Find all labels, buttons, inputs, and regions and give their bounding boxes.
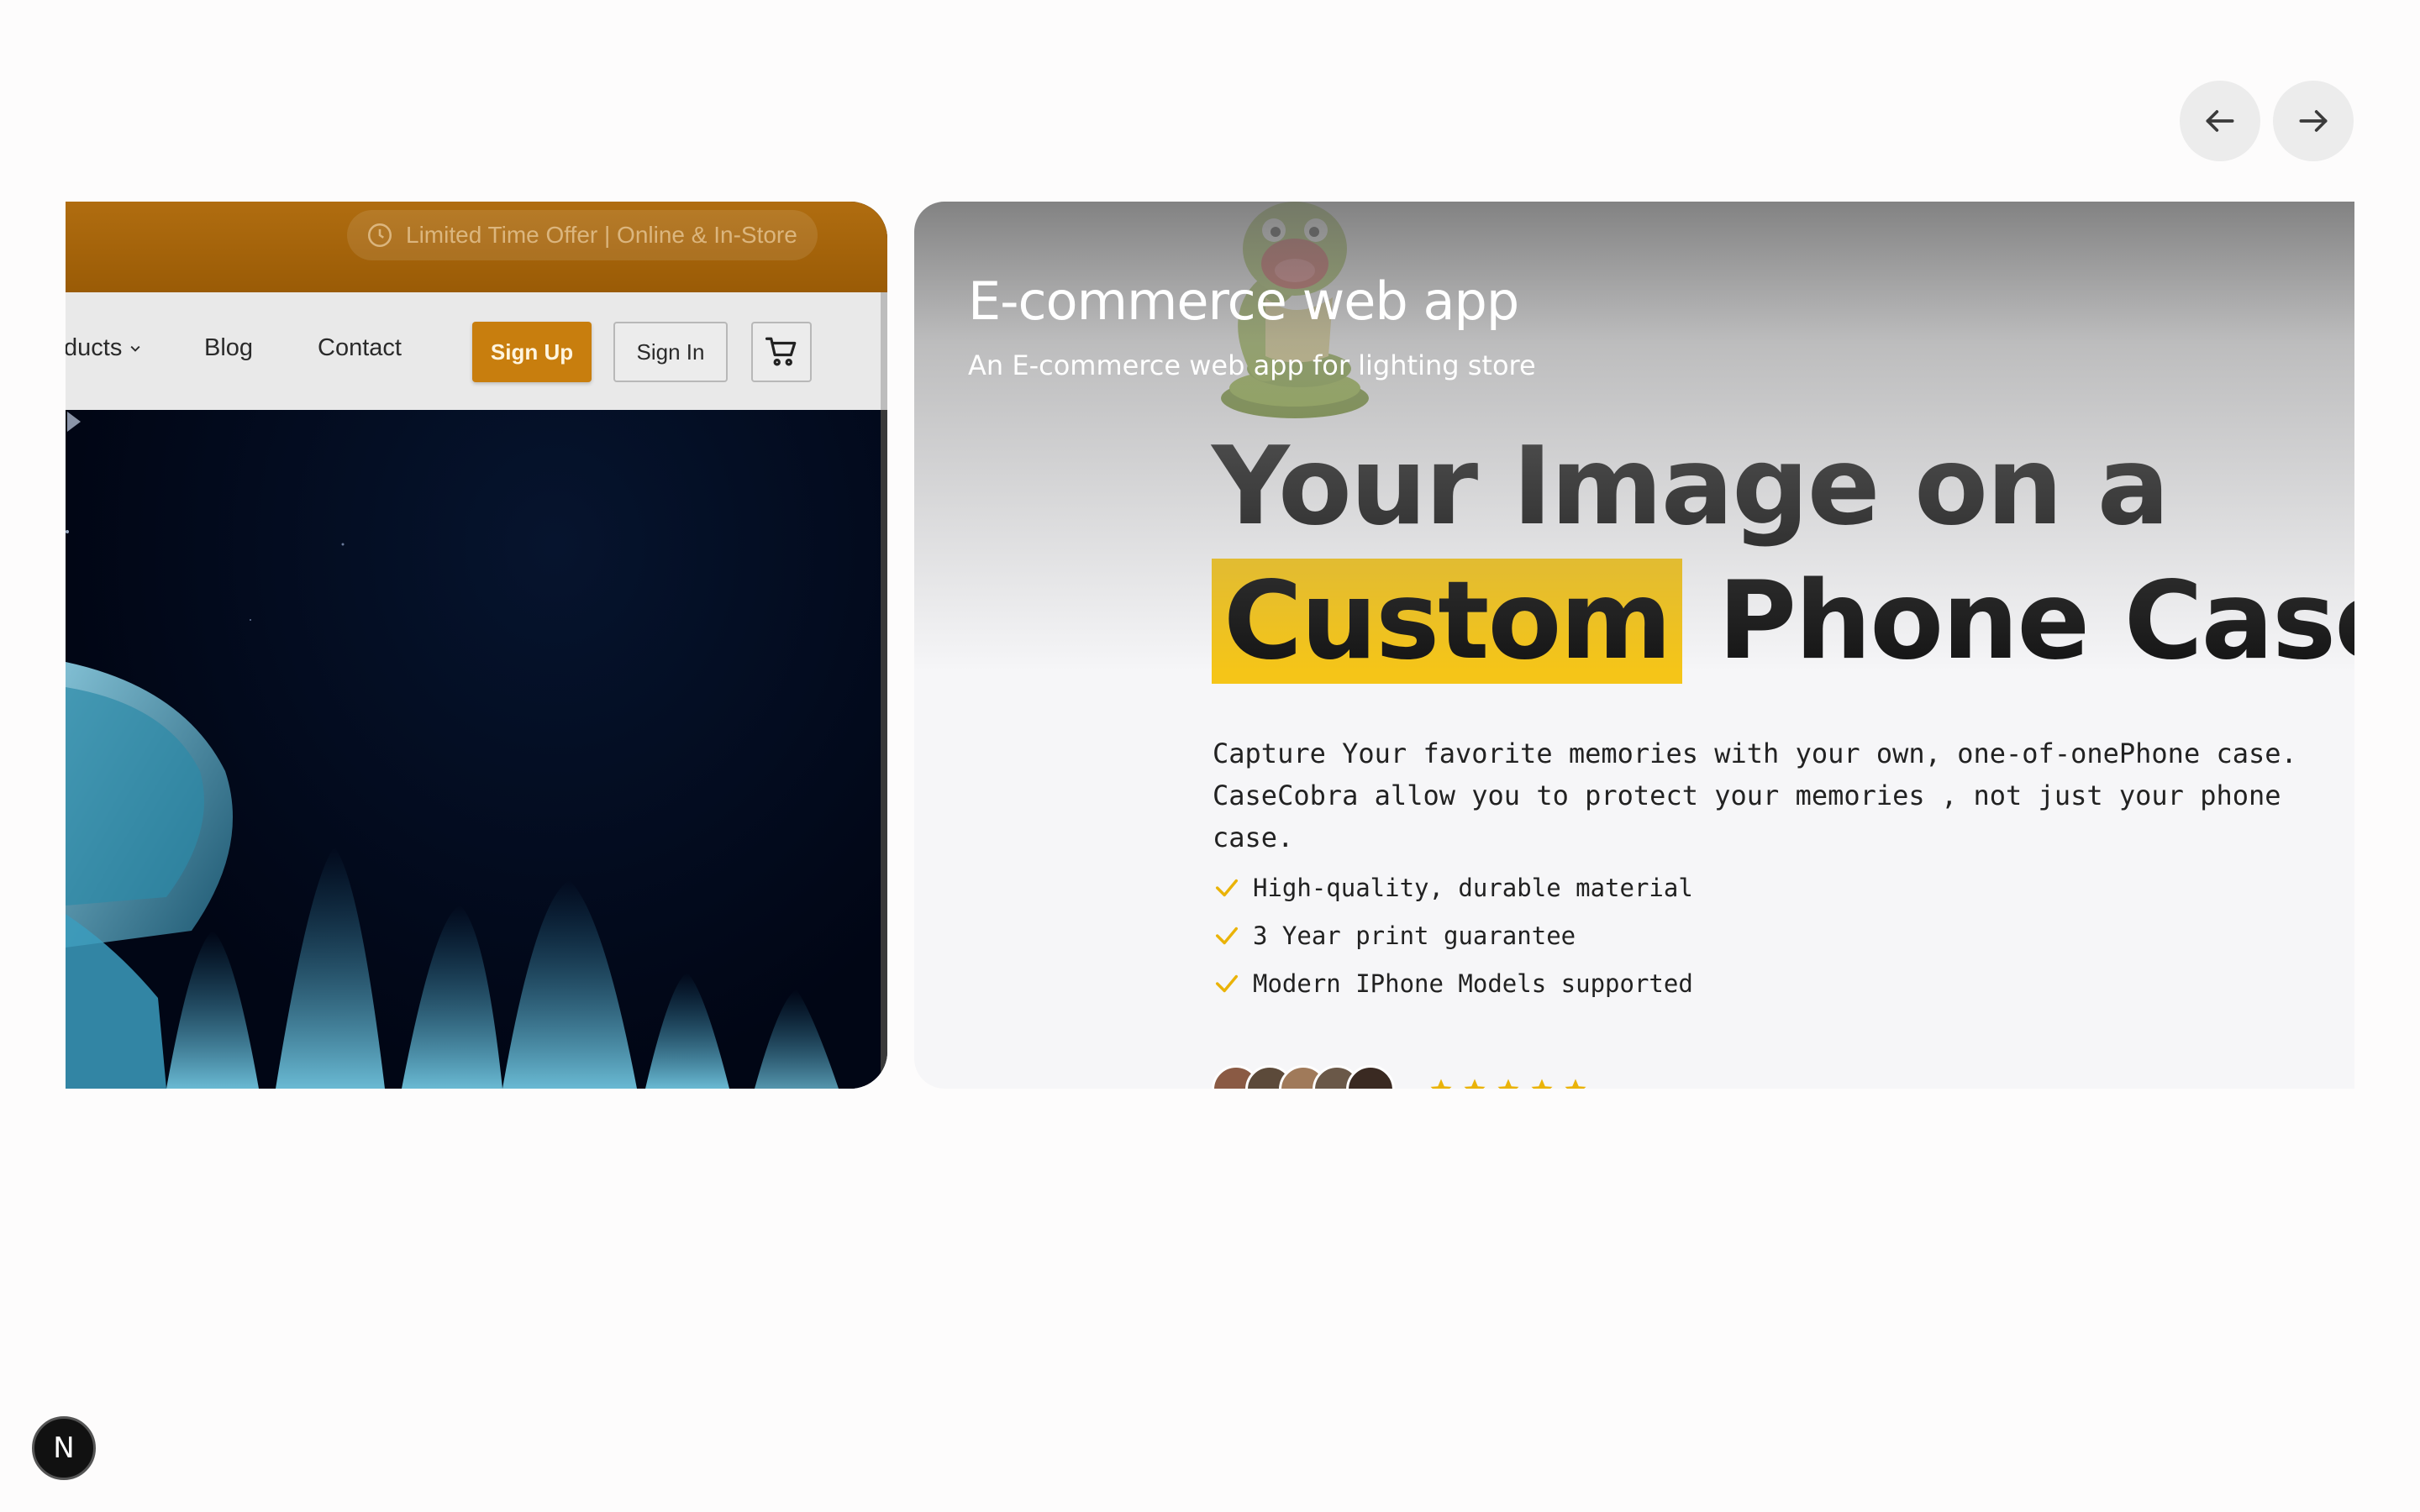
hero-next-arrow-icon[interactable] — [66, 410, 82, 433]
description-line-1: Capture Your favorite memories with your… — [1213, 738, 2297, 769]
nav-products-label: ducts — [66, 334, 123, 361]
check-icon — [1215, 974, 1239, 992]
feature-text: High-quality, durable material — [1253, 873, 1693, 902]
site-navbar: ducts Blog Contact Sign Up Sign In — [66, 292, 887, 410]
promo-text: Limited Time Offer | Online & In-Store — [406, 222, 797, 248]
project-card-lighting-store[interactable]: Limited Time Offer | Online & In-Store d… — [66, 202, 887, 1089]
list-item: High-quality, durable material — [1213, 864, 1693, 911]
cart-button[interactable] — [751, 322, 812, 382]
headline-line-1: Your Image on a — [1212, 424, 2170, 549]
list-item: Modern IPhone Models supported — [1213, 959, 1693, 1007]
project-title: E-commerce web app — [968, 270, 1519, 332]
star-icon — [1565, 1079, 1586, 1089]
star-rating — [1428, 1077, 1588, 1089]
feature-list: High-quality, durable material 3 Year pr… — [1213, 864, 1693, 1007]
star-icon — [1464, 1079, 1486, 1089]
project-card-ecommerce[interactable]: E-commerce web app An E-commerce web app… — [914, 202, 2354, 1089]
check-icon — [1215, 879, 1239, 896]
carousel-prev-button[interactable] — [2180, 81, 2260, 161]
nextjs-dev-badge[interactable]: N — [32, 1416, 96, 1480]
nav-products[interactable]: ducts — [66, 334, 142, 362]
description-line-2: CaseCobra allow you to protect your memo… — [1213, 780, 2281, 853]
carousel-next-button[interactable] — [2273, 81, 2354, 161]
fountain-hero-image — [66, 410, 887, 1089]
nav-blog[interactable]: Blog — [204, 334, 253, 362]
avatar — [1346, 1065, 1395, 1089]
star-icon — [1531, 1079, 1553, 1089]
cart-icon — [765, 337, 797, 366]
fountain-illustration — [66, 530, 839, 1089]
sign-up-button[interactable]: Sign Up — [472, 322, 592, 382]
star-icon — [1430, 1079, 1452, 1089]
promo-bar: Limited Time Offer | Online & In-Store — [66, 202, 887, 292]
project-subtitle: An E-commerce web app for lighting store — [968, 349, 1536, 381]
hero-headline: Your Image on a Custom Phone Case — [1212, 420, 2354, 689]
sign-in-button[interactable]: Sign In — [613, 322, 728, 382]
clock-icon — [367, 223, 392, 248]
headline-line-2-rest: Phone Case — [1681, 559, 2354, 684]
hero-description: Capture Your favorite memories with your… — [1213, 732, 2354, 858]
star-icon — [1497, 1079, 1519, 1089]
check-icon — [1215, 927, 1239, 944]
promo-pill: Limited Time Offer | Online & In-Store — [347, 210, 818, 260]
chevron-down-icon — [130, 345, 140, 352]
feature-text: Modern IPhone Models supported — [1253, 969, 1693, 998]
nav-contact[interactable]: Contact — [318, 334, 402, 362]
arrow-left-icon — [2206, 110, 2234, 132]
arrow-right-icon — [2299, 110, 2328, 132]
feature-text: 3 Year print guarantee — [1253, 921, 1576, 950]
social-proof — [1212, 1065, 1588, 1089]
headline-highlight: Custom — [1212, 559, 1682, 684]
list-item: 3 Year print guarantee — [1213, 911, 1693, 959]
